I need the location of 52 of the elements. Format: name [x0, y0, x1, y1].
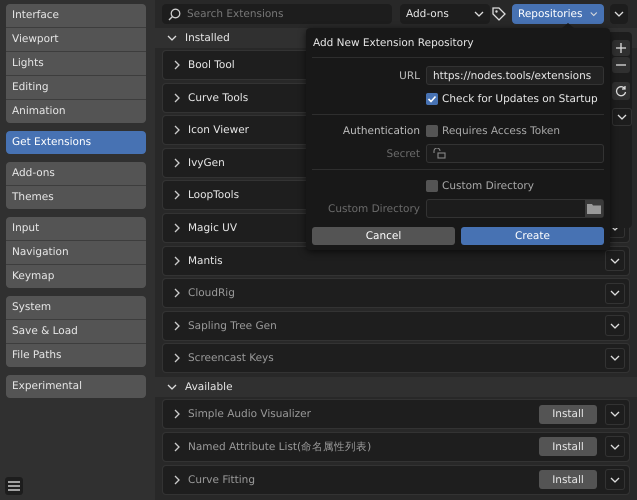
extension-name: Curve Fitting — [188, 474, 255, 486]
sidebar-item[interactable]: System — [6, 296, 146, 319]
extension-name: Named Attribute List(命名属性列表) — [188, 440, 372, 454]
field-label: URL — [398, 70, 420, 82]
extension-name: Screencast Keys — [188, 352, 274, 364]
section-header[interactable]: Available — [155, 377, 637, 398]
field-label: Authentication — [342, 124, 420, 136]
extension-row[interactable]: Curve Fitting Install — [162, 464, 630, 495]
sidebar-item[interactable]: Lights — [6, 52, 146, 75]
repositories-dropdown[interactable]: Repositories — [512, 4, 604, 24]
sidebar-item[interactable]: Experimental — [6, 375, 146, 398]
sidebar-item[interactable]: Keymap — [6, 265, 146, 288]
extension-name: IvyGen — [188, 156, 225, 169]
install-button[interactable]: Install — [539, 404, 597, 424]
field-label: Custom Directory — [327, 202, 420, 214]
sidebar-item[interactable]: Save & Load — [6, 320, 146, 343]
extension-name: CloudRig — [188, 287, 235, 300]
extension-row[interactable]: Named Attribute List(命名属性列表) Install — [162, 432, 630, 462]
extension-name: Curve Tools — [188, 92, 248, 104]
sidebar-item[interactable]: Themes — [6, 186, 146, 209]
extension-name: Icon Viewer — [188, 124, 249, 136]
search-field[interactable]: Search Extensions — [162, 4, 392, 24]
sidebar-item[interactable]: File Paths — [6, 344, 146, 367]
sidebar-item[interactable]: Editing — [6, 76, 146, 99]
extension-name: Bool Tool — [188, 59, 235, 71]
checkbox[interactable]: Custom Directory — [426, 180, 534, 192]
extension-name: Magic UV — [188, 222, 238, 234]
extension-name: Simple Audio Visualizer — [188, 408, 311, 420]
extension-row[interactable]: CloudRig — [162, 278, 630, 308]
checkbox[interactable]: Requires Access Token — [426, 124, 560, 136]
extension-row[interactable]: Sapling Tree Gen — [162, 310, 630, 341]
sidebar-item[interactable]: Interface — [6, 4, 146, 27]
sidebar-item[interactable]: Viewport — [6, 28, 146, 51]
url-field[interactable]: https://nodes.tools/extensions — [426, 66, 604, 85]
sidebar-item[interactable]: Add-ons — [6, 162, 146, 185]
filter-dropdown[interactable]: Add-ons — [400, 4, 490, 24]
install-button[interactable]: Install — [539, 470, 597, 490]
extension-name: Sapling Tree Gen — [188, 320, 277, 332]
extension-name: LoopTools — [188, 189, 240, 202]
sidebar-item[interactable]: Get Extensions — [6, 131, 146, 154]
create-button[interactable]: Create — [461, 227, 604, 245]
install-button[interactable]: Install — [539, 437, 597, 456]
checkbox[interactable]: Check for Updates on Startup — [426, 92, 598, 104]
dialog-title: Add New Extension Repository — [312, 28, 604, 58]
extension-row[interactable]: Screencast Keys — [162, 343, 630, 374]
field-label: Secret — [385, 148, 420, 160]
extension-name: Mantis — [188, 254, 223, 267]
sidebar-item[interactable]: Animation — [6, 100, 146, 123]
sidebar-item[interactable]: Navigation — [6, 241, 146, 264]
cancel-button[interactable]: Cancel — [312, 227, 455, 245]
sidebar-item[interactable]: Input — [6, 217, 146, 240]
extension-row[interactable]: Simple Audio Visualizer Install — [162, 399, 630, 430]
